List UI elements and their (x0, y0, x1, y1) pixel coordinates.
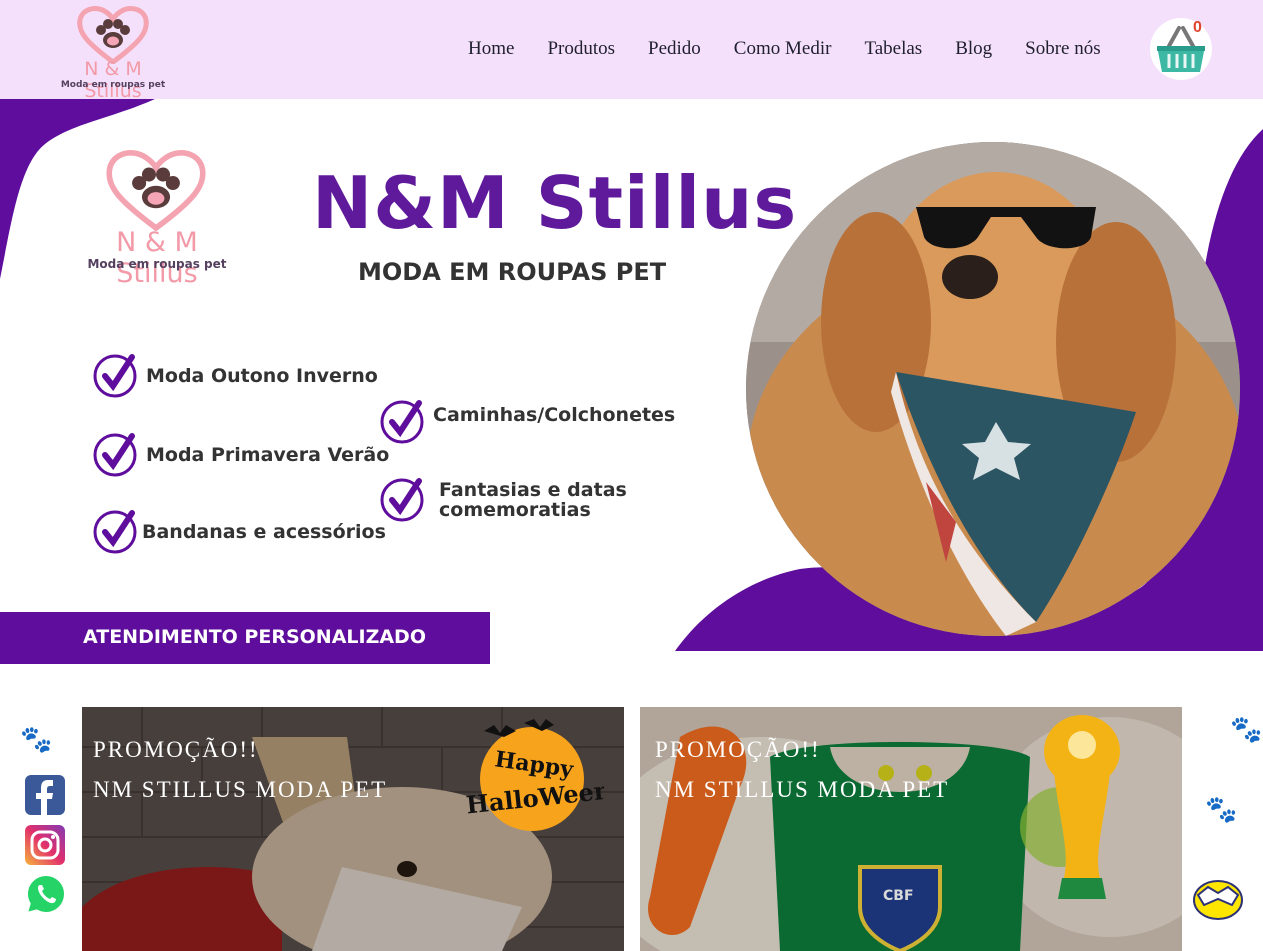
hero-title: N&M Stillus (312, 161, 798, 245)
feature-item: Caminhas/Colchonetes (379, 399, 675, 445)
nav-sobre-nos[interactable]: Sobre nós (1025, 36, 1100, 62)
hero-banner[interactable]: N & M Stillus Moda em roupas pet N&M Sti… (0, 99, 1263, 665)
paw-print-icon: 🐾 (20, 725, 53, 755)
heart-paw-icon (106, 150, 206, 231)
nav-home[interactable]: Home (468, 36, 514, 62)
check-circle-icon (93, 510, 137, 554)
heart-paw-icon (77, 6, 149, 64)
check-circle-icon (380, 478, 424, 522)
instagram-icon (30, 830, 60, 860)
brand-tagline: Moda em roupas pet (60, 80, 166, 90)
halloween-badge-icon: Happy HalloWeen (465, 719, 604, 831)
promo-card-worldcup[interactable]: CBF PROMOÇÃO!! NM STILLUS MODA PET (640, 707, 1182, 951)
promo-title: PROMOÇÃO!! (655, 737, 821, 762)
nav-tabelas[interactable]: Tabelas (864, 36, 922, 62)
whatsapp-link[interactable] (25, 873, 67, 915)
feature-label: Moda Primavera Verão (146, 444, 390, 466)
chat-widget-button[interactable] (1192, 879, 1244, 921)
check-circle-icon (380, 400, 424, 444)
nav-pedido[interactable]: Pedido (648, 36, 701, 62)
trophy-icon (1044, 715, 1120, 899)
promo-subtitle: NM STILLUS MODA PET (655, 777, 950, 802)
hero-logo-tagline: Moda em roupas pet (87, 257, 227, 271)
feature-label: Caminhas/Colchonetes (433, 404, 676, 426)
feature-label: Moda Outono Inverno (146, 365, 378, 387)
promo-title: PROMOÇÃO!! (93, 737, 259, 762)
paw-print-icon: 🐾 (1230, 715, 1263, 745)
check-circle-icon (93, 354, 137, 398)
nav-como-medir[interactable]: Como Medir (734, 36, 832, 62)
main-nav: Home Produtos Pedido Como Medir Tabelas … (468, 36, 1134, 62)
whatsapp-icon (25, 873, 67, 915)
nav-blog[interactable]: Blog (955, 36, 992, 62)
facebook-icon (36, 780, 53, 815)
hero-subtitle: MODA EM ROUPAS PET (358, 258, 667, 286)
paw-print-icon: 🐾 (1205, 795, 1238, 825)
dog-with-sunglasses-image (746, 142, 1240, 636)
feature-label: Fantasias e datas comemoratias (439, 479, 627, 521)
site-header: N & M Stillus Moda em roupas pet Home Pr… (0, 0, 1263, 102)
feature-item: Moda Outono Inverno (92, 353, 378, 399)
feature-item: Fantasias e datas comemoratias (379, 477, 639, 523)
instagram-link[interactable] (25, 825, 65, 865)
check-circle-icon (93, 433, 137, 477)
cart-count: 0 (1193, 19, 1202, 36)
feature-label: Bandanas e acessórios (142, 521, 386, 543)
dog-photo (746, 142, 1240, 636)
nav-produtos[interactable]: Produtos (547, 36, 615, 62)
handshake-icon (1193, 880, 1243, 920)
cart-button[interactable] (1150, 18, 1212, 80)
feature-item: Moda Primavera Verão (92, 432, 389, 478)
promo-subtitle: NM STILLUS MODA PET (93, 777, 388, 802)
feature-item: Bandanas e acessórios (92, 509, 386, 555)
banner-label: ATENDIMENTO PERSONALIZADO (83, 626, 426, 648)
facebook-link[interactable] (25, 775, 65, 815)
personalized-service-banner: ATENDIMENTO PERSONALIZADO (0, 612, 490, 664)
brand-logo[interactable]: N & M Stillus Moda em roupas pet (54, 6, 172, 102)
promo-card-halloween[interactable]: Happy HalloWeen PROMOÇÃO!! NM STILLUS MO… (82, 707, 624, 951)
hero-logo: N & M Stillus Moda em roupas pet (78, 149, 236, 289)
